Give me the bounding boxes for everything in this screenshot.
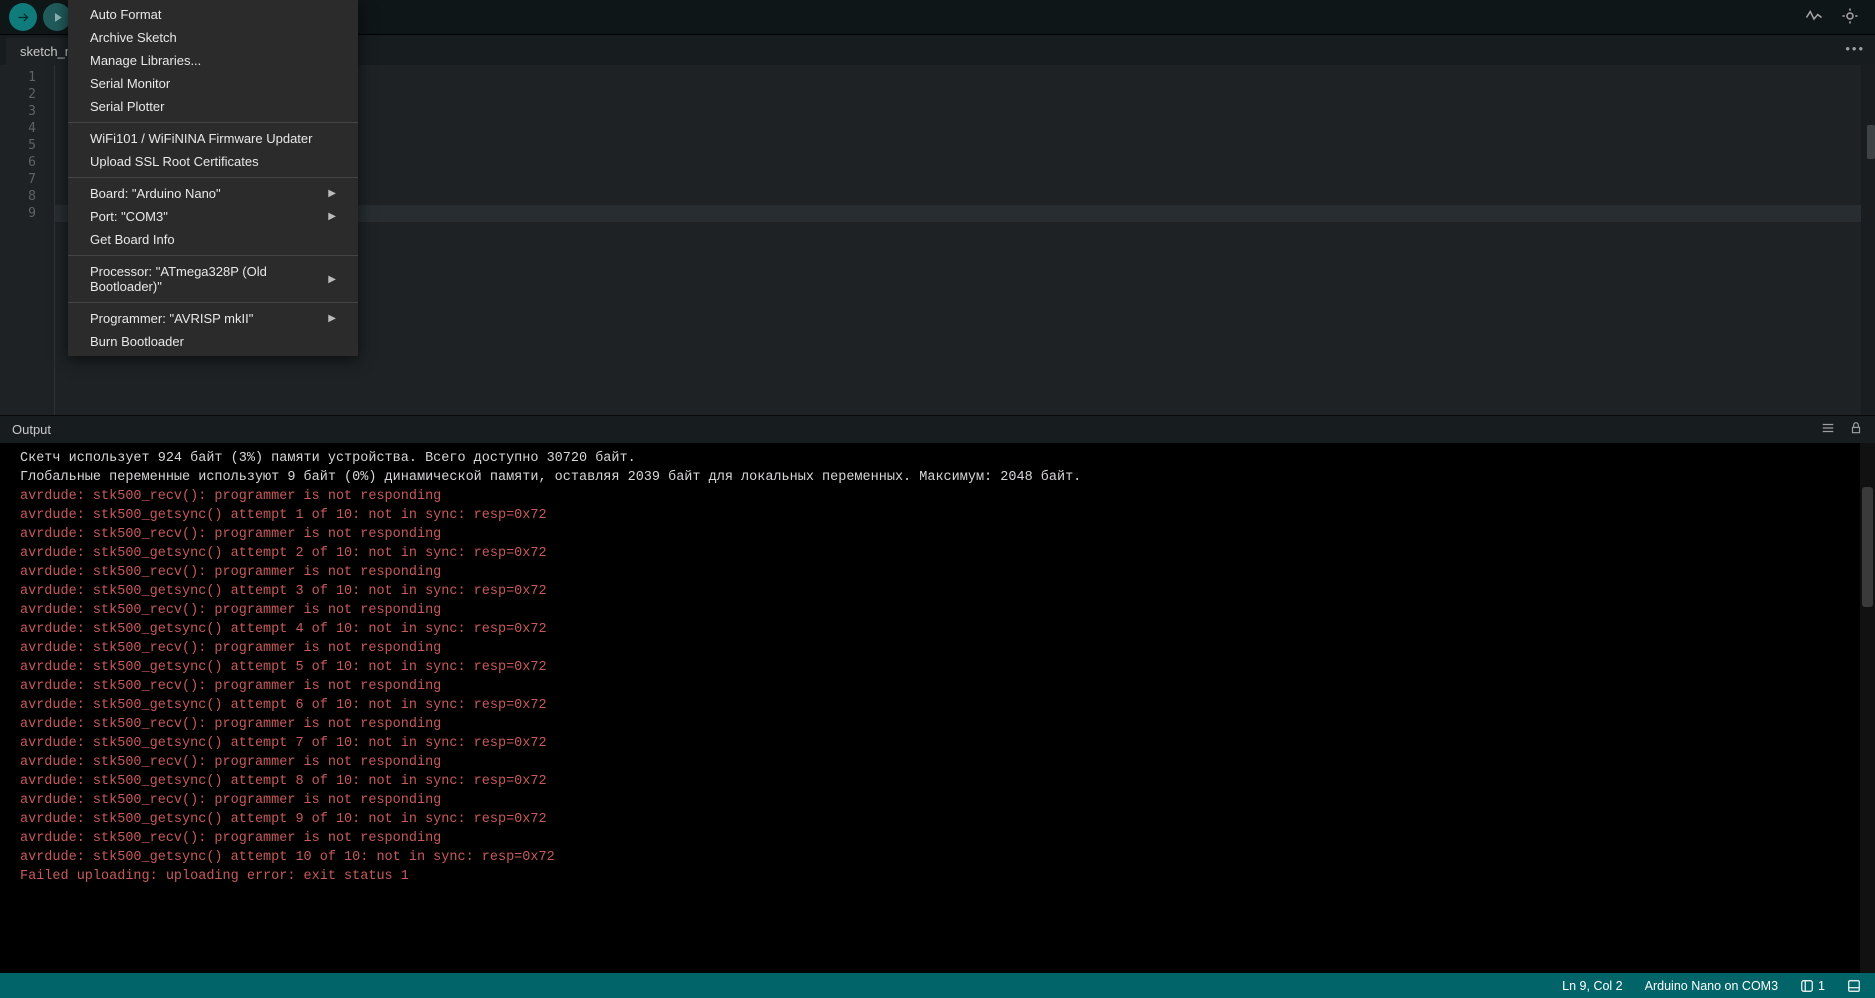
menu-wifi-updater[interactable]: WiFi101 / WiFiNINA Firmware Updater [68, 127, 358, 150]
menu-processor[interactable]: Processor: "ATmega328P (Old Bootloader)"… [68, 260, 358, 298]
chevron-right-icon: ▶ [328, 313, 336, 324]
status-close-panel-icon[interactable] [1847, 979, 1861, 993]
output-lock-icon[interactable] [1849, 421, 1863, 438]
menu-separator [68, 302, 358, 303]
tab-menu-icon[interactable]: ••• [1845, 41, 1865, 56]
menu-auto-format[interactable]: Auto Format [68, 3, 358, 26]
status-board[interactable]: Arduino Nano on COM3 [1645, 979, 1778, 993]
menu-serial-monitor[interactable]: Serial Monitor [68, 72, 358, 95]
editor-scrollbar[interactable] [1861, 65, 1875, 415]
verify-button[interactable] [9, 3, 37, 31]
play-icon [50, 10, 65, 25]
arrow-right-icon [16, 10, 31, 25]
serial-plotter-icon[interactable] [1805, 7, 1823, 28]
output-console[interactable]: Скетч использует 924 байт (3%) памяти ус… [0, 443, 1875, 973]
menu-archive-sketch[interactable]: Archive Sketch [68, 26, 358, 49]
menu-separator [68, 122, 358, 123]
chevron-right-icon: ▶ [328, 274, 336, 285]
status-notification[interactable]: 1 [1800, 979, 1825, 993]
status-bar: Ln 9, Col 2 Arduino Nano on COM3 1 [0, 973, 1875, 998]
console-scrollbar-thumb[interactable] [1862, 487, 1873, 607]
menu-separator [68, 177, 358, 178]
serial-monitor-icon[interactable] [1841, 7, 1859, 28]
line-gutter: 123456789 [0, 65, 55, 415]
chevron-right-icon: ▶ [328, 211, 336, 222]
menu-serial-plotter[interactable]: Serial Plotter [68, 95, 358, 118]
scrollbar-thumb[interactable] [1867, 125, 1875, 159]
output-header: Output [0, 415, 1875, 443]
tools-menu: Auto Format Archive Sketch Manage Librar… [68, 0, 358, 356]
menu-get-board-info[interactable]: Get Board Info [68, 228, 358, 251]
chevron-right-icon: ▶ [328, 188, 336, 199]
output-wrap-icon[interactable] [1821, 421, 1835, 438]
status-cursor-pos: Ln 9, Col 2 [1562, 979, 1622, 993]
menu-upload-certs[interactable]: Upload SSL Root Certificates [68, 150, 358, 173]
menu-board[interactable]: Board: "Arduino Nano"▶ [68, 182, 358, 205]
menu-separator [68, 255, 358, 256]
menu-port[interactable]: Port: "COM3"▶ [68, 205, 358, 228]
menu-programmer[interactable]: Programmer: "AVRISP mkII"▶ [68, 307, 358, 330]
menu-burn-bootloader[interactable]: Burn Bootloader [68, 330, 358, 353]
upload-button[interactable] [43, 3, 71, 31]
status-notification-count: 1 [1818, 979, 1825, 993]
output-title: Output [12, 422, 51, 437]
console-scrollbar[interactable] [1860, 443, 1875, 973]
menu-manage-libraries[interactable]: Manage Libraries... [68, 49, 358, 72]
